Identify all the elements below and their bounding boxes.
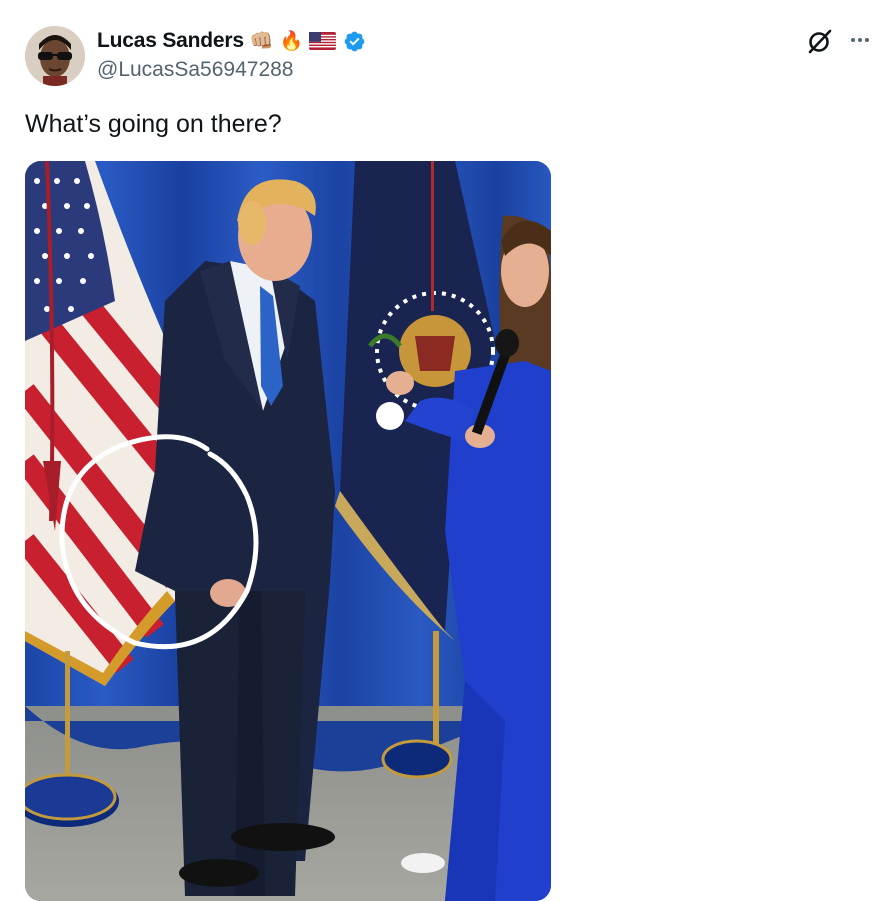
fist-emoji: 👊🏼 <box>249 30 274 52</box>
author-display-name[interactable]: Lucas Sanders <box>97 29 244 53</box>
fire-emoji: 🔥 <box>279 30 304 52</box>
author-handle[interactable]: @LucasSa56947288 <box>97 58 293 82</box>
verified-badge-icon[interactable] <box>343 30 366 53</box>
more-options-icon[interactable] <box>848 28 872 52</box>
grok-icon[interactable] <box>806 27 834 55</box>
tweet-text: What’s going on there? <box>25 110 282 138</box>
tweet-photo[interactable] <box>25 161 551 901</box>
author-name-row[interactable]: Lucas Sanders 👊🏼 🔥 <box>97 28 366 54</box>
us-flag-icon <box>309 32 337 50</box>
avatar[interactable] <box>25 26 85 86</box>
